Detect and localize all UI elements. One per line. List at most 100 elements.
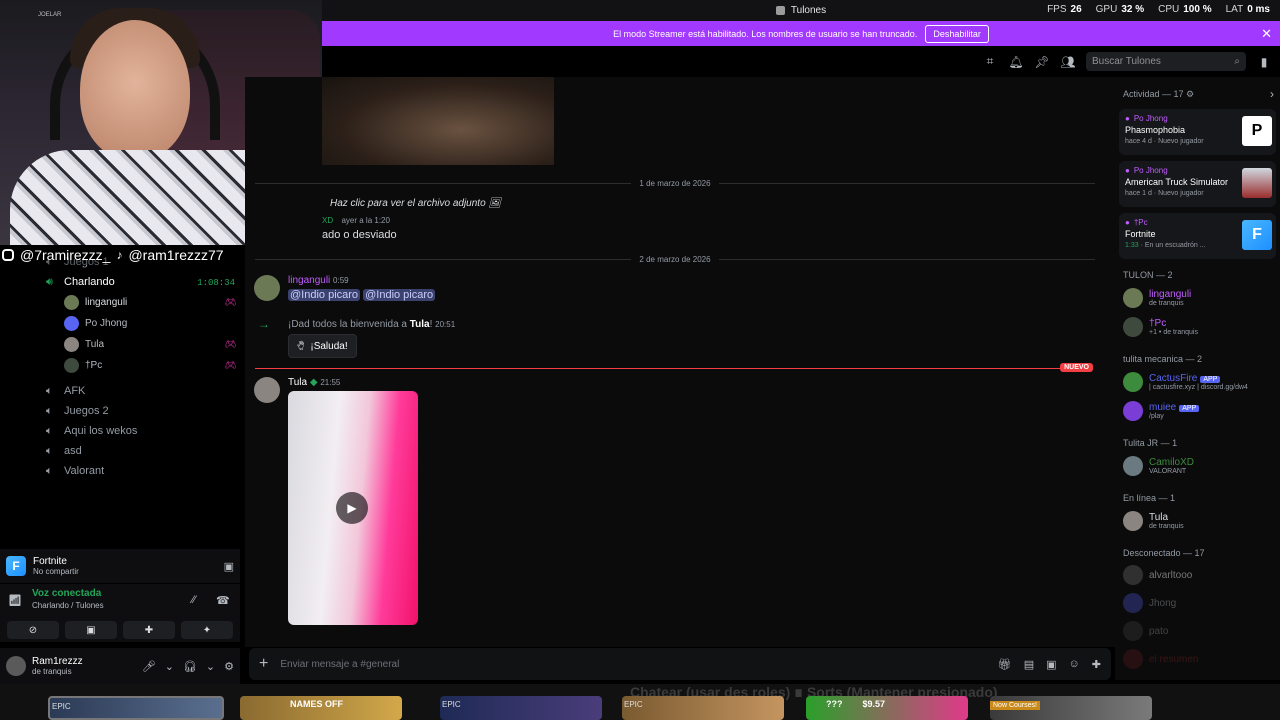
channel-list: 🔈︎ Juegos 1 🔊︎ Charlando 1:08:34 lingangul… bbox=[0, 245, 245, 555]
avatar[interactable] bbox=[6, 656, 26, 676]
member-item[interactable]: alvarltooo bbox=[1123, 562, 1278, 588]
attachment-hint[interactable]: Haz clic para ver el archivo adjunto 🖼︎ bbox=[330, 198, 501, 209]
wave-button[interactable]: 🖐︎ ¡Saluda! bbox=[288, 334, 357, 358]
member-item[interactable]: CamiloXD VALORANT bbox=[1123, 453, 1278, 479]
channel-valorant[interactable]: 🔈︎ Valorant bbox=[46, 462, 104, 480]
user-icon: ● bbox=[1125, 166, 1130, 175]
soundboard-icon[interactable]: ✦ bbox=[181, 621, 233, 639]
member-item[interactable]: †Pc +1 • de tranquis bbox=[1123, 314, 1278, 340]
channel-juegos-2[interactable]: 🔈︎ Juegos 2 bbox=[46, 402, 109, 420]
headphones-icon[interactable]: 🎧︎ bbox=[183, 660, 197, 673]
voice-connected-label: Voz conectada bbox=[32, 588, 102, 599]
search-icon: ⌕ bbox=[1234, 56, 1240, 67]
store-thumbnail[interactable]: ??? $9.57 bbox=[806, 696, 968, 720]
game-icon: 🎮︎ bbox=[224, 296, 236, 307]
channel-afk[interactable]: 🔈︎ AFK bbox=[46, 382, 85, 400]
store-thumbnail[interactable]: EPIC bbox=[622, 696, 784, 720]
gif-icon[interactable]: ▤ bbox=[1024, 658, 1034, 671]
avatar bbox=[64, 315, 79, 331]
search-placeholder: Buscar Tulones bbox=[1092, 56, 1161, 67]
group-header: Desconectado — 17 bbox=[1123, 548, 1205, 558]
member-item[interactable]: CactusFire APP | cactusfire.xyz | discord.… bbox=[1123, 369, 1278, 395]
member-item[interactable]: linganguli de tranquis bbox=[1123, 285, 1278, 311]
activity-panel[interactable]: F Fortnite No compartir ▣ bbox=[0, 549, 240, 583]
date-divider: 2 de marzo de 2026 bbox=[255, 253, 1095, 265]
group-header: TULON — 2 bbox=[1123, 270, 1173, 280]
bell-icon[interactable]: 🔔︎ bbox=[1008, 54, 1024, 70]
member-item[interactable]: el resumen bbox=[1123, 646, 1278, 672]
screen-share-button[interactable]: ▣ bbox=[65, 621, 117, 639]
speaker-icon: 🔈︎ bbox=[46, 404, 53, 417]
chevron-down-icon[interactable]: ⌄ bbox=[165, 660, 174, 673]
voice-user[interactable]: †Pc 🎮︎ bbox=[64, 356, 236, 374]
message-meta: XD ayer a la 1:20 bbox=[322, 216, 390, 225]
activity-game: Fortnite bbox=[33, 556, 67, 567]
disconnect-icon[interactable]: ☎︎ bbox=[216, 594, 230, 607]
members-icon[interactable]: 👥︎ bbox=[1060, 54, 1076, 70]
message-input[interactable]: Enviar mensaje a #general bbox=[280, 659, 985, 670]
fps-readout: FPS 26 bbox=[1047, 4, 1082, 15]
activity-card[interactable]: ● Po Jhong American Truck Simulator hace … bbox=[1119, 161, 1276, 207]
voice-user[interactable]: linganguli 🎮︎ bbox=[64, 293, 236, 311]
activities-icon[interactable]: ✚ bbox=[123, 621, 175, 639]
group-header: Tulita JR — 1 bbox=[1123, 438, 1178, 448]
member-item[interactable]: Tula de tranquis bbox=[1123, 508, 1278, 534]
activity-card[interactable]: ● Po Jhong Phasmophobia hace 4 d · Nuevo … bbox=[1119, 109, 1276, 155]
user-icon: ● bbox=[1125, 218, 1130, 227]
store-thumbnail[interactable]: EPIC bbox=[440, 696, 602, 720]
gear-icon[interactable]: ⚙ bbox=[1186, 89, 1194, 99]
avatar[interactable] bbox=[254, 275, 280, 301]
microphone-icon[interactable]: 🎤︎ bbox=[142, 660, 156, 673]
wave-sticker-icon: 🖐︎ bbox=[297, 341, 305, 352]
tiktok-handle: @ram1rezzz77 bbox=[128, 247, 224, 263]
sticker-icon[interactable]: ▣ bbox=[1046, 658, 1056, 671]
speaker-icon: 🔈︎ bbox=[46, 424, 53, 437]
plus-icon[interactable]: + bbox=[259, 655, 268, 673]
member-item[interactable]: muiee APP/play bbox=[1123, 398, 1278, 424]
store-thumbnail[interactable]: Now Courses! bbox=[990, 696, 1152, 720]
voice-buttons: ⊘ ▣ ✚ ✦ bbox=[0, 618, 240, 642]
user-icon: ● bbox=[1125, 114, 1130, 123]
chevron-down-icon[interactable]: ⌄ bbox=[206, 660, 215, 673]
voice-user[interactable]: Tula 🎮︎ bbox=[64, 335, 236, 353]
emoji-icon[interactable]: ☺ bbox=[1069, 658, 1080, 671]
noise-suppression-icon[interactable]: ⁄⁄ bbox=[192, 594, 196, 606]
truck-icon bbox=[1242, 168, 1272, 198]
channel-aqui-los-wekos[interactable]: 🔈︎ Aqui los wekos bbox=[46, 422, 137, 440]
screen-share-icon[interactable]: ▣ bbox=[224, 560, 234, 573]
threads-icon[interactable]: ⌗ bbox=[982, 54, 998, 70]
play-icon[interactable]: ▶ bbox=[336, 492, 368, 524]
gift-icon[interactable]: 🎁︎ bbox=[998, 658, 1012, 671]
game-icon: 🎮︎ bbox=[224, 338, 236, 349]
apps-icon[interactable]: ✚ bbox=[1092, 658, 1101, 671]
group-header: En línea — 1 bbox=[1123, 493, 1176, 503]
store-thumbnail[interactable]: NAMES OFF bbox=[240, 696, 402, 720]
member-item[interactable]: Jhong bbox=[1123, 590, 1278, 616]
disable-streamer-button[interactable]: Deshabilitar bbox=[925, 24, 989, 43]
pin-icon[interactable]: 📌︎ bbox=[1034, 54, 1050, 70]
voice-user[interactable]: Po Jhong bbox=[64, 314, 236, 332]
channel-charlando[interactable]: 🔊︎ Charlando bbox=[46, 273, 115, 291]
chevron-right-icon[interactable]: › bbox=[1270, 87, 1274, 101]
image-attachment[interactable] bbox=[322, 77, 554, 165]
speaker-icon: 🔈︎ bbox=[46, 464, 53, 477]
member-item[interactable]: pato bbox=[1123, 618, 1278, 644]
signal-icon: 📶︎ bbox=[8, 595, 22, 607]
channel-asd[interactable]: 🔈︎ asd bbox=[46, 442, 82, 460]
store-thumbnail[interactable]: EPIC bbox=[48, 696, 224, 720]
avatar bbox=[1123, 649, 1143, 669]
search-input[interactable]: Buscar Tulones ⌕ bbox=[1086, 52, 1246, 71]
camera-off-icon[interactable]: ⊘ bbox=[7, 621, 59, 639]
gear-icon[interactable]: ⚙ bbox=[224, 660, 234, 673]
inbox-icon[interactable]: ▮ bbox=[1256, 54, 1272, 70]
mention[interactable]: @Indio picaro bbox=[288, 289, 361, 301]
mention[interactable]: @Indio picaro bbox=[363, 289, 436, 301]
activity-status: No compartir bbox=[33, 567, 79, 576]
message-header: Tula ◆ 21:55 bbox=[288, 377, 341, 388]
streamer-mode-banner: El modo Streamer está habilitado. Los no… bbox=[322, 21, 1280, 46]
activity-card[interactable]: ● †Pc Fortnite 1:33 · En un escuadrón ...… bbox=[1119, 213, 1276, 259]
video-attachment[interactable]: ▶ bbox=[288, 391, 418, 625]
close-icon[interactable]: ✕ bbox=[1261, 26, 1272, 42]
avatar bbox=[1123, 565, 1143, 585]
avatar[interactable] bbox=[254, 377, 280, 403]
